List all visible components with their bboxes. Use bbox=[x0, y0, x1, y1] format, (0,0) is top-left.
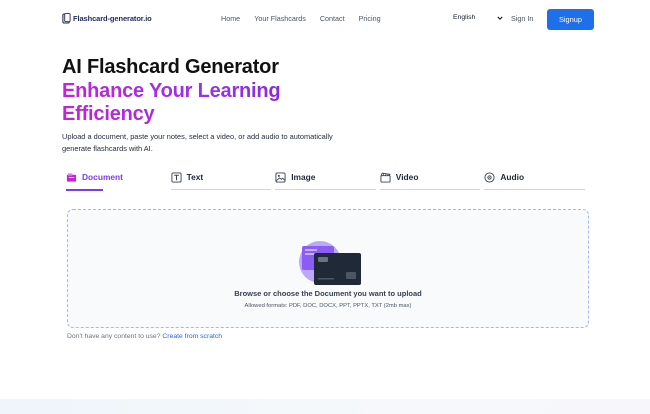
bottom-section-edge bbox=[0, 399, 650, 414]
tab-label: Text bbox=[186, 172, 204, 182]
upload-title: Browse or choose the Document you want t… bbox=[234, 289, 422, 298]
signin-link[interactable]: Sign In bbox=[511, 14, 533, 23]
tab-label: Document bbox=[82, 172, 123, 182]
nav-pricing[interactable]: Pricing bbox=[359, 14, 381, 23]
document-icon bbox=[66, 173, 77, 182]
chevron-down-icon bbox=[497, 16, 503, 20]
video-icon bbox=[380, 172, 391, 183]
tab-label: Video bbox=[395, 172, 419, 182]
upload-illustration-icon bbox=[299, 241, 361, 285]
language-value: English bbox=[453, 14, 476, 21]
tab-label: Audio bbox=[500, 172, 525, 182]
upload-dropzone[interactable]: Browse or choose the Document you want t… bbox=[67, 209, 589, 328]
tab-label: Image bbox=[291, 172, 316, 182]
input-type-tabs: Document Text Image Video Audio bbox=[66, 170, 589, 191]
site-header: Flashcard-generator.io Home Your Flashca… bbox=[0, 0, 650, 38]
page-subtitle: Enhance Your Learning Efficiency bbox=[62, 80, 352, 126]
upload-formats: Allowed formats: PDF, DOC, DOCX, PPT, PP… bbox=[244, 303, 412, 309]
signup-button[interactable]: Signup bbox=[547, 9, 594, 30]
tab-audio[interactable]: Audio bbox=[484, 170, 589, 190]
tab-text[interactable]: Text bbox=[170, 170, 276, 190]
tab-video[interactable]: Video bbox=[379, 170, 485, 190]
image-icon bbox=[275, 172, 286, 183]
logo[interactable]: Flashcard-generator.io bbox=[62, 13, 152, 24]
create-from-scratch-row: Don't have any content to use? Create fr… bbox=[67, 333, 222, 340]
flashcard-logo-icon bbox=[62, 13, 71, 24]
page-title: AI Flashcard Generator bbox=[62, 56, 279, 78]
page-description: Upload a document, paste your notes, sel… bbox=[62, 132, 333, 153]
tab-image[interactable]: Image bbox=[275, 170, 380, 190]
language-select[interactable]: English bbox=[453, 14, 503, 21]
nav-your-flashcards[interactable]: Your Flashcards bbox=[254, 14, 306, 23]
logo-text: Flashcard-generator.io bbox=[73, 14, 152, 23]
create-from-scratch-link[interactable]: Create from scratch bbox=[162, 333, 222, 340]
main-nav: Home Your Flashcards Contact Pricing bbox=[221, 14, 395, 23]
scratch-prompt: Don't have any content to use? bbox=[67, 333, 161, 340]
nav-home[interactable]: Home bbox=[221, 14, 240, 23]
audio-icon bbox=[484, 172, 495, 183]
tab-document[interactable]: Document bbox=[66, 170, 171, 191]
text-icon bbox=[171, 172, 182, 183]
nav-contact[interactable]: Contact bbox=[320, 14, 345, 23]
